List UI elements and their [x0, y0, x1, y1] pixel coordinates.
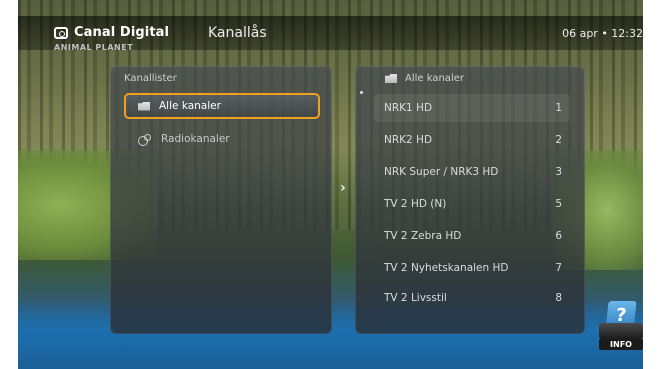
- date-time: 06 apr • 12:32: [562, 27, 643, 40]
- panel-heading-kanallister: Kanallister: [124, 73, 177, 84]
- channel-name: NRK2 HD: [384, 134, 433, 146]
- scroll-indicator: [360, 91, 363, 94]
- channel-row[interactable]: TV 2 Zebra HD 6: [374, 222, 570, 250]
- info-box-base: [599, 323, 643, 339]
- page-title: Kanallås: [208, 25, 267, 41]
- channel-row[interactable]: NRK1 HD 1: [374, 94, 570, 122]
- list-item-radiokanaler[interactable]: Radiokanaler: [124, 126, 320, 152]
- radio-icon: [138, 133, 152, 146]
- channel-name: TV 2 Zebra HD: [384, 230, 462, 242]
- info-label: INFO: [599, 339, 643, 350]
- list-item-alle-kanaler[interactable]: Alle kanaler: [124, 93, 320, 119]
- channels-heading-label: Alle kanaler: [405, 73, 464, 84]
- channel-number: 6: [555, 230, 562, 242]
- brand-name: Canal Digital: [74, 25, 170, 40]
- channel-lists-panel: Kanallister Alle kanaler Radiokanaler: [110, 66, 332, 334]
- channel-name: TV 2 Nyhetskanalen HD: [384, 262, 509, 274]
- list-item-label: Alle kanaler: [159, 100, 221, 112]
- channel-row[interactable]: TV 2 HD (N) 5: [374, 190, 570, 218]
- channel-number: 2: [555, 134, 562, 146]
- brand-logo: Canal Digital: [54, 25, 169, 40]
- folder-icon: [385, 74, 397, 83]
- chevron-right-icon: ›: [340, 180, 346, 196]
- folder-icon: [138, 101, 150, 111]
- channel-row[interactable]: NRK Super / NRK3 HD 3: [374, 158, 570, 186]
- channel-watermark: ANIMAL PLANET: [54, 43, 134, 52]
- list-item-label: Radiokanaler: [161, 133, 230, 145]
- info-button[interactable]: ? INFO: [599, 301, 643, 351]
- channel-name: TV 2 HD (N): [384, 198, 447, 210]
- channel-number: 8: [555, 292, 562, 304]
- channel-row[interactable]: TV 2 Nyhetskanalen HD 7: [374, 254, 570, 282]
- canal-digital-icon: [54, 26, 68, 39]
- channel-number: 3: [555, 166, 562, 178]
- channel-name: NRK Super / NRK3 HD: [384, 166, 499, 178]
- channel-number: 1: [555, 102, 562, 114]
- channel-number: 5: [555, 198, 562, 210]
- channels-heading: Alle kanaler: [385, 73, 464, 84]
- channel-number: 7: [555, 262, 562, 274]
- channel-row[interactable]: TV 2 Livsstil 8: [374, 284, 570, 312]
- channel-name: TV 2 Livsstil: [384, 292, 447, 304]
- channel-name: NRK1 HD: [384, 102, 433, 114]
- channel-row[interactable]: NRK2 HD 2: [374, 126, 570, 154]
